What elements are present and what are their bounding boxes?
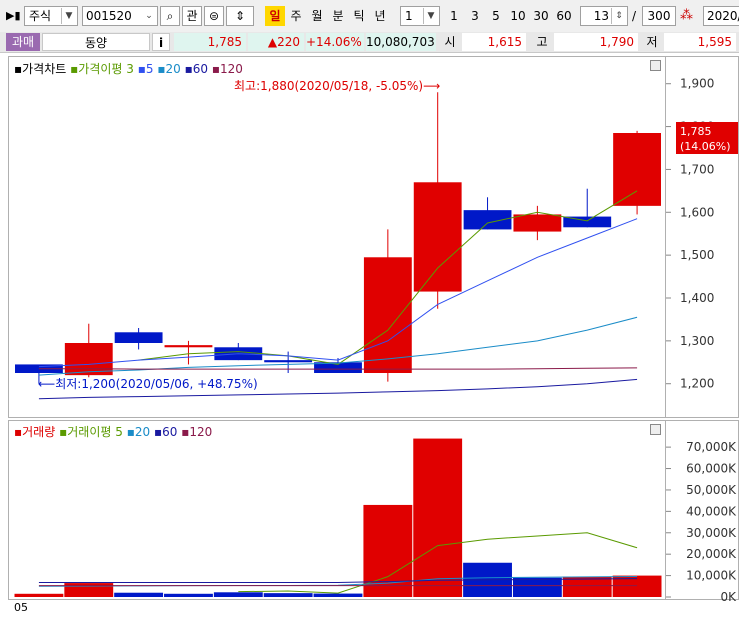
tag-badge: 과매 [6, 33, 40, 51]
interval-select-value: 1 [405, 9, 413, 23]
favorite-label: 관 [186, 9, 198, 23]
quote-bar: 과매 동양 i 1,785 ▲220 +14.06% 10,080,703 시 … [0, 32, 739, 53]
favorite-button[interactable]: 관 [182, 6, 202, 26]
chevron-down-icon: ▼ [61, 8, 76, 24]
search-icon: ⌕ [166, 9, 174, 23]
stock-name: 동양 [42, 33, 150, 51]
ma20-legend: 20 [165, 62, 181, 76]
stock-code-input[interactable]: 001520 ⌄ [82, 6, 158, 26]
info-icon: i [158, 36, 164, 50]
interval-button-3[interactable]: 10 [507, 6, 529, 26]
price-legend: ▪가격차트 ▪가격이평 3 ▪5 ▪20 ▪60 ▪120 [14, 60, 243, 77]
scroll-icon: ⊜ [208, 9, 220, 23]
vma60-legend: 60 [162, 425, 178, 439]
price-change-pct-value: +14.06% [306, 35, 362, 49]
interval-button-0[interactable]: 1 [444, 6, 464, 26]
volume-ma-title: 거래이평 [67, 425, 112, 439]
high-label-text: 고 [536, 35, 548, 49]
price-change: ▲220 [248, 33, 304, 51]
period-tab-4[interactable]: 틱 [349, 6, 369, 26]
ma3-legend: 3 [126, 62, 134, 76]
date-input[interactable]: 2020/ [703, 6, 739, 26]
interval-button-5[interactable]: 60 [553, 6, 575, 26]
price-legend-title: 가격차트 [22, 62, 67, 76]
high-price: 1,790 [554, 33, 638, 51]
interval-button-1[interactable]: 3 [465, 6, 485, 26]
chevron-down-icon: ⌄ [145, 11, 153, 21]
stock-list-button[interactable]: ⊜ [204, 6, 224, 26]
spin-icon: ⇕ [611, 8, 626, 24]
current-price-value: 1,785 [207, 35, 242, 49]
legend-marker: ▪ [137, 62, 146, 76]
market-select[interactable]: 주식 ▼ [24, 6, 78, 26]
legend-marker: ▪ [211, 62, 220, 76]
date-axis: 05 [8, 600, 739, 617]
ma60-legend: 60 [192, 62, 209, 76]
vma20-legend: 20 [134, 425, 151, 439]
up-down-icon: ⇕ [234, 9, 246, 23]
period-tab-5[interactable]: 년 [370, 6, 390, 26]
total-count-value: 300 [647, 9, 671, 23]
market-select-label: 주식 [29, 9, 52, 23]
ma120-legend: 120 [220, 62, 243, 76]
period-tab-3[interactable]: 분 [328, 6, 348, 26]
pin-icon[interactable]: ▶▮ [6, 9, 21, 22]
period-tab-1[interactable]: 주 [286, 6, 306, 26]
total-count-input[interactable]: 300 [642, 6, 676, 26]
price-chart-panel[interactable] [8, 56, 666, 418]
legend-marker: ▪ [126, 425, 135, 439]
price-axis-panel [666, 56, 739, 418]
legend-marker: ▪ [184, 62, 193, 76]
settings-icon[interactable]: ⁂ [680, 8, 693, 23]
open-label-text: 시 [444, 35, 456, 49]
price-panel-maximize-icon[interactable] [650, 60, 661, 71]
ma5-legend: 5 [145, 62, 154, 76]
price-ma-title: 가격이평 [78, 62, 123, 76]
legend-marker: ▪ [59, 425, 68, 439]
low-label: 저 [640, 33, 664, 51]
date-axis-label: 05 [14, 601, 28, 614]
low-price: 1,595 [664, 33, 736, 51]
zoom-value: 13 [593, 9, 609, 23]
price-change-value: ▲220 [267, 35, 300, 49]
volume-legend: ▪거래량 ▪거래이평 5 ▪20 ▪60 ▪120 [14, 423, 212, 440]
volume-panel-maximize-icon[interactable] [650, 424, 661, 435]
low-label-text: 저 [646, 35, 658, 49]
open-price-value: 1,615 [487, 35, 522, 49]
volume-chart-panel[interactable] [8, 420, 666, 600]
legend-marker: ▪ [153, 425, 163, 439]
interval-button-2[interactable]: 5 [486, 6, 506, 26]
toolbar: ▶▮ 주식 ▼ 001520 ⌄ ⌕ 관 ⊜ ⇕ 일주월분틱년 1 ▼ 1351… [0, 0, 739, 33]
legend-marker: ▪ [157, 62, 166, 76]
prev-next-stepper[interactable]: ⇕ [226, 6, 254, 26]
stock-code-value: 001520 [86, 9, 132, 23]
volume: 10,080,703 [366, 33, 436, 51]
search-button[interactable]: ⌕ [160, 6, 180, 26]
current-price: 1,785 [174, 33, 246, 51]
interval-button-4[interactable]: 30 [530, 6, 552, 26]
price-change-pct: +14.06% [306, 33, 364, 51]
slash-separator: / [632, 9, 637, 23]
info-button[interactable]: i [152, 33, 170, 51]
chevron-down-icon: ▼ [423, 8, 438, 24]
vma120-legend: 120 [189, 425, 213, 439]
legend-marker: ▪ [14, 62, 23, 76]
interval-select[interactable]: 1 ▼ [400, 6, 440, 26]
open-label: 시 [438, 33, 462, 51]
open-price: 1,615 [462, 33, 526, 51]
legend-marker: ▪ [14, 425, 23, 439]
high-label: 고 [530, 33, 554, 51]
volume-legend-title: 거래량 [22, 425, 56, 439]
period-tab-2[interactable]: 월 [307, 6, 327, 26]
tag-label: 과매 [11, 35, 35, 49]
date-value: 2020/ [707, 9, 739, 23]
zoom-stepper[interactable]: 13 ⇕ [580, 6, 628, 26]
high-price-value: 1,790 [599, 35, 634, 49]
stock-name-label: 동양 [84, 36, 108, 50]
vma5-legend: 5 [115, 425, 123, 439]
low-price-value: 1,595 [697, 35, 732, 49]
period-tab-0[interactable]: 일 [265, 6, 285, 26]
volume-axis-panel [666, 420, 739, 600]
volume-value: 10,080,703 [366, 35, 435, 49]
